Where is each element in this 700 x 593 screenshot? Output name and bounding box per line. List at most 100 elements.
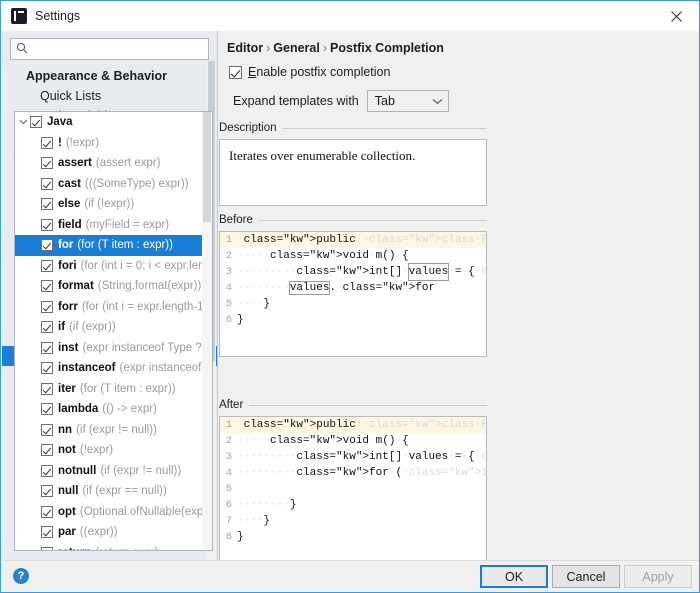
template-row[interactable]: forr(for (int i = expr.length-1; xyxy=(15,297,213,318)
chevron-down-icon[interactable] xyxy=(17,119,30,125)
template-row[interactable]: instanceof(expr instanceof Ty xyxy=(15,358,213,379)
expand-templates-row: Expand templates with Tab xyxy=(233,90,699,112)
search-input[interactable] xyxy=(28,40,208,58)
template-row[interactable]: inst(expr instanceof Type ? (( xyxy=(15,338,213,359)
template-name: if xyxy=(58,321,65,333)
search-wrapper xyxy=(2,31,217,64)
code-text: ········} xyxy=(237,497,296,513)
template-checkbox[interactable] xyxy=(41,403,53,415)
line-number: 3 xyxy=(220,449,237,465)
line-number: 5 xyxy=(220,296,237,312)
apply-button[interactable]: Apply xyxy=(624,565,692,588)
template-name: format xyxy=(58,280,94,292)
template-row[interactable]: nn(if (expr != null)) xyxy=(15,420,213,441)
template-checkbox[interactable] xyxy=(41,301,53,313)
template-row[interactable]: notnull(if (expr != null)) xyxy=(15,461,213,482)
template-checkbox[interactable] xyxy=(41,526,53,538)
code-line: 3·········class="kw">int[]·values·=·{·cl… xyxy=(220,264,486,280)
search-box[interactable] xyxy=(10,38,209,60)
after-title-row: After xyxy=(219,398,487,412)
code-text: ····· xyxy=(237,433,270,449)
template-row[interactable]: fori(for (int i = 0; i < expr.length xyxy=(15,256,213,277)
template-checkbox[interactable] xyxy=(41,198,53,210)
template-row[interactable]: assert(assert expr) xyxy=(15,153,213,174)
template-checkbox[interactable] xyxy=(41,321,53,333)
cancel-button[interactable]: Cancel xyxy=(552,565,620,588)
template-row[interactable]: par((expr)) xyxy=(15,522,213,543)
templates-group-java[interactable]: Java xyxy=(15,112,213,133)
template-checkbox[interactable] xyxy=(41,157,53,169)
expand-templates-select[interactable]: Tab xyxy=(367,90,449,112)
template-checkbox[interactable] xyxy=(41,219,53,231)
breadcrumb-item-general[interactable]: General xyxy=(273,41,320,55)
template-name: notnull xyxy=(58,465,96,477)
template-checkbox[interactable] xyxy=(41,342,53,354)
template-row[interactable]: else(if (!expr)) xyxy=(15,194,213,215)
template-checkbox[interactable] xyxy=(41,383,53,395)
breadcrumb-item-postfix-completion[interactable]: Postfix Completion xyxy=(330,41,444,55)
template-row[interactable]: null(if (expr == null)) xyxy=(15,481,213,502)
template-checkbox[interactable] xyxy=(41,424,53,436)
template-name: else xyxy=(58,198,80,210)
template-checkbox[interactable] xyxy=(41,280,53,292)
template-row[interactable]: field(myField = expr) xyxy=(15,215,213,236)
template-checkbox[interactable] xyxy=(41,506,53,518)
breadcrumb-separator: › xyxy=(320,41,330,55)
template-checkbox[interactable] xyxy=(41,465,53,477)
template-row[interactable]: not(!expr) xyxy=(15,440,213,461)
enable-postfix-completion-label: Enable postfix completion xyxy=(248,65,390,79)
template-checkbox[interactable] xyxy=(41,260,53,272)
templates-scrollbar[interactable] xyxy=(202,112,212,550)
template-checkbox[interactable] xyxy=(41,362,53,374)
postfix-templates-list[interactable]: Java!(!expr)assert(assert expr)cast(((So… xyxy=(14,111,213,551)
template-checkbox[interactable] xyxy=(41,137,53,149)
line-number: 4 xyxy=(220,465,237,481)
title-bar: Settings xyxy=(1,1,699,31)
template-checkbox[interactable] xyxy=(41,547,53,551)
code-text: ····} xyxy=(237,513,270,529)
template-row[interactable]: cast(((SomeType) expr)) xyxy=(15,174,213,195)
sidebar-item-label: Quick Lists xyxy=(40,89,101,103)
template-checkbox[interactable] xyxy=(41,239,53,251)
template-description: (expr instanceof Type ? (( xyxy=(82,342,212,354)
before-code-box: 1·class="kw">public··class="kw">class·Fo… xyxy=(219,231,487,357)
template-description: (String.format(expr)) xyxy=(98,280,202,292)
sidebar-item-appearance-behavior[interactable]: Appearance & Behavior xyxy=(2,66,217,86)
search-icon xyxy=(16,42,28,57)
line-number: 4 xyxy=(220,280,237,296)
enable-postfix-completion-row[interactable]: Enable postfix completion xyxy=(229,65,699,79)
line-number: 2 xyxy=(220,433,237,449)
after-panel: After 1·class="kw">public··class="kw">cl… xyxy=(219,398,487,564)
code-text: } xyxy=(237,529,244,545)
enable-postfix-completion-checkbox[interactable] xyxy=(229,66,242,79)
code-text: · xyxy=(237,232,244,248)
template-row[interactable]: iter(for (T item : expr)) xyxy=(15,379,213,400)
dialog-button-bar: ? OK Cancel Apply xyxy=(2,560,700,591)
close-icon[interactable] xyxy=(653,1,699,31)
sidebar-item-quick-lists[interactable]: Quick Lists xyxy=(2,86,217,106)
template-row[interactable]: for(for (T item : expr)) xyxy=(15,235,213,256)
template-description: (!expr) xyxy=(66,137,99,149)
template-description: (() -> expr) xyxy=(102,403,157,415)
template-row[interactable]: return(return expr) xyxy=(15,543,213,552)
template-row[interactable]: format (String.format(expr)) xyxy=(15,276,213,297)
template-row[interactable]: opt(Optional.ofNullable(expr xyxy=(15,502,213,523)
templates-group-checkbox[interactable] xyxy=(30,116,42,128)
tree-spacer xyxy=(24,86,38,106)
ok-button[interactable]: OK xyxy=(480,565,548,588)
code-text: ········· xyxy=(237,264,296,280)
templates-scrollbar-thumb[interactable] xyxy=(203,112,211,222)
help-button[interactable]: ? xyxy=(13,568,29,584)
template-row[interactable]: if(if (expr)) xyxy=(15,317,213,338)
code-line: 5 xyxy=(220,481,486,497)
template-name: cast xyxy=(58,178,81,190)
template-row[interactable]: lambda(() -> expr) xyxy=(15,399,213,420)
template-checkbox[interactable] xyxy=(41,178,53,190)
template-row[interactable]: !(!expr) xyxy=(15,133,213,154)
breadcrumb-item-editor[interactable]: Editor xyxy=(227,41,263,55)
code-line: 3·········class="kw">int[]·values·=·{·cl… xyxy=(220,449,486,465)
template-checkbox[interactable] xyxy=(41,485,53,497)
code-text: · xyxy=(237,417,244,433)
template-checkbox[interactable] xyxy=(41,444,53,456)
template-name: not xyxy=(58,444,76,456)
